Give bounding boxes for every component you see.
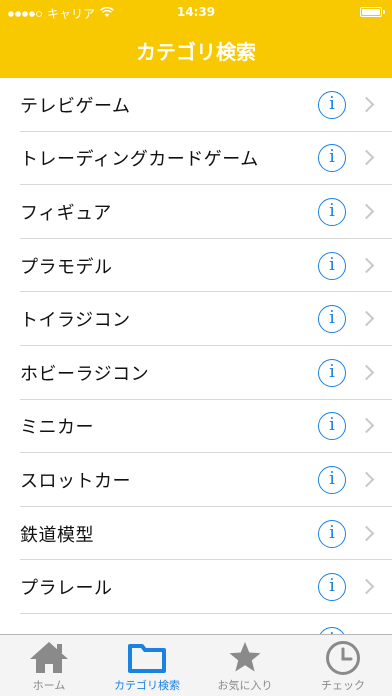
chevron-right-icon [358,418,375,434]
category-row[interactable]: テレビゲーム i [0,78,392,132]
chevron-right-icon [358,471,375,488]
category-row[interactable]: トレーディングカードゲーム i [0,132,392,186]
info-icon[interactable]: i [318,573,346,602]
category-label: プラレール [20,578,113,600]
tab-bar: ホーム カテゴリ検索 お気に入り チェック [0,634,392,696]
category-row[interactable]: スロットカー i [0,453,392,507]
category-label: 鉄道模型 [20,524,94,546]
tab-category-search-label: カテゴリ検索 [114,679,180,692]
tab-home-label: ホーム [32,679,66,692]
category-label: テレビゲーム [20,95,131,117]
category-label: ミニカー [20,417,94,439]
category-label: スロットカー [20,470,131,492]
category-row[interactable]: 鉄道模型 i [0,507,392,561]
category-row-partial[interactable]: i [0,614,392,634]
tab-category-search[interactable]: カテゴリ検索 [98,635,196,696]
chevron-right-icon [358,96,375,113]
info-icon[interactable]: i [318,251,346,280]
category-label: フィギュア [20,202,112,224]
category-row[interactable]: プラモデル i [0,239,392,293]
category-label: トイラジコン [20,310,131,332]
category-row[interactable]: フィギュア i [0,185,392,239]
chevron-right-icon [358,150,375,166]
info-icon[interactable]: i [318,358,346,387]
chevron-right-icon [358,525,375,541]
info-icon[interactable]: i [318,144,346,173]
category-label: ホビーラジコン [20,363,150,385]
info-icon[interactable]: i [318,465,346,494]
category-list: テレビゲーム i トレーディングカードゲーム i フィギュア i プラモデル i… [0,78,392,634]
tab-favorites-label: お気に入り [217,679,273,692]
chevron-right-icon [358,310,375,327]
clock-icon [326,641,360,675]
category-row[interactable]: プラレール i [0,560,392,614]
tab-home[interactable]: ホーム [0,635,98,696]
nav-title: カテゴリ検索 [0,26,392,78]
category-label: プラモデル [20,256,113,278]
tab-check[interactable]: チェック [294,635,392,696]
chevron-right-icon [358,578,375,595]
chevron-right-icon [358,203,375,220]
info-icon[interactable]: i [318,197,346,226]
star-icon [229,642,261,672]
info-icon[interactable]: i [318,412,346,441]
info-icon[interactable]: i [318,305,346,334]
info-icon[interactable]: i [318,90,346,119]
tab-favorites[interactable]: お気に入り [196,635,294,696]
tab-check-label: チェック [321,679,365,692]
status-time: 14:39 [176,5,216,19]
chevron-right-icon [358,257,375,273]
info-icon[interactable]: i [318,519,346,548]
category-row[interactable]: ミニカー i [0,400,392,454]
status-bar: キャリア 14:39 [0,0,392,26]
battery-icon [360,7,385,17]
category-row[interactable]: トイラジコン i [0,292,392,346]
category-label: トレーディングカードゲーム [20,149,259,171]
info-icon[interactable]: i [318,626,346,634]
home-icon [30,642,68,673]
folder-icon [128,644,166,673]
category-row[interactable]: ホビーラジコン i [0,346,392,400]
chevron-right-icon [358,364,375,381]
